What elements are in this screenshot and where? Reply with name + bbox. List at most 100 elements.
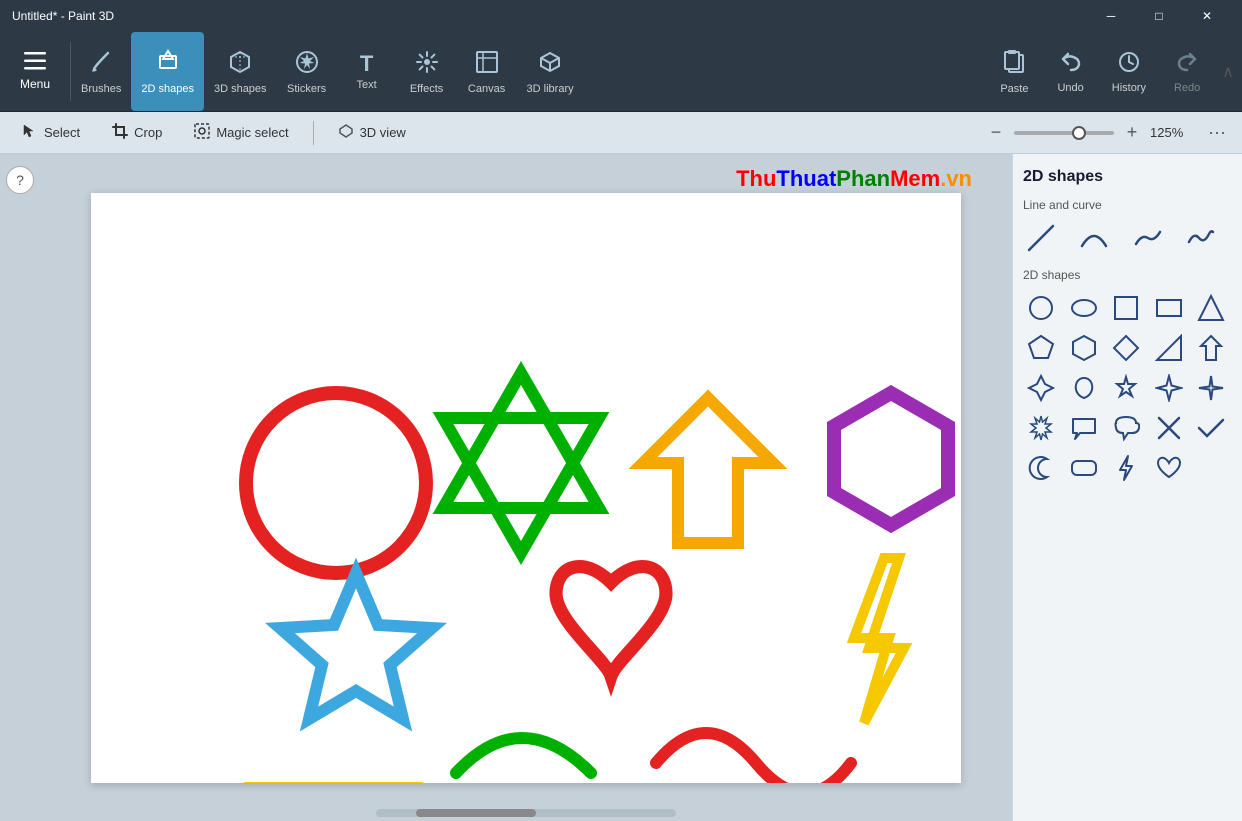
drawing-canvas[interactable]: [91, 193, 961, 783]
undo-button[interactable]: Undo: [1043, 44, 1097, 100]
shape-leaf[interactable]: [1066, 370, 1102, 406]
shape-triangle[interactable]: [1193, 290, 1229, 326]
shape-scurve[interactable]: [1130, 220, 1166, 256]
stickers-label: Stickers: [287, 83, 326, 95]
canvas-scrollbar[interactable]: [376, 809, 676, 817]
toolbar-right: Paste Undo History: [986, 32, 1242, 111]
titlebar-title: Untitled* - Paint 3D: [12, 9, 114, 23]
paste-button[interactable]: Paste: [986, 43, 1042, 101]
toolbar-2dshapes[interactable]: 2D shapes: [131, 32, 204, 111]
toolbar-effects[interactable]: Effects: [397, 32, 457, 111]
crop-button[interactable]: Crop: [98, 117, 176, 148]
zoom-percent: 125%: [1150, 125, 1188, 140]
shape-oval[interactable]: [1066, 290, 1102, 326]
line-curve-title: Line and curve: [1023, 198, 1232, 212]
titlebar: Untitled* - Paint 3D ─ □ ✕: [0, 0, 1242, 32]
history-label: History: [1112, 82, 1146, 94]
titlebar-controls: ─ □ ✕: [1088, 0, 1230, 32]
3dview-icon: [338, 123, 354, 142]
select-icon: [22, 123, 38, 142]
zoom-thumb[interactable]: [1072, 126, 1086, 140]
shape-x-mark[interactable]: [1151, 410, 1187, 446]
2dshapes-icon: [155, 49, 181, 79]
shape-4star[interactable]: [1151, 370, 1187, 406]
panel-title: 2D shapes: [1023, 168, 1232, 186]
shape-diamond[interactable]: [1108, 330, 1144, 366]
more-options-button[interactable]: ···: [1200, 118, 1234, 147]
shape-square[interactable]: [1108, 290, 1144, 326]
magic-select-button[interactable]: Magic select: [180, 117, 302, 148]
shape-up-arrow[interactable]: [1193, 330, 1229, 366]
select-label: Select: [44, 125, 80, 140]
toolbar-3dshapes[interactable]: 3D shapes: [204, 32, 277, 111]
shapes-2d-title: 2D shapes: [1023, 268, 1232, 282]
crop-label: Crop: [134, 125, 162, 140]
shape-wavy[interactable]: [1183, 220, 1219, 256]
expand-panel-button[interactable]: ∧: [1214, 58, 1242, 86]
shape-pentagon[interactable]: [1023, 330, 1059, 366]
main-content: ? ThuThuatPhanMem.vn: [0, 154, 1242, 821]
effects-label: Effects: [410, 83, 443, 95]
zoom-out-button[interactable]: −: [984, 121, 1008, 145]
history-button[interactable]: History: [1098, 44, 1160, 100]
3dlibrary-icon: [537, 49, 563, 79]
subtoolbar: Select Crop Magic select 3D view −: [0, 112, 1242, 154]
shape-crescent[interactable]: [1023, 450, 1059, 486]
canvas-scrollthumb[interactable]: [416, 809, 536, 817]
stickers-icon: [294, 49, 320, 79]
menu-label: Menu: [20, 77, 50, 91]
undo-label: Undo: [1057, 82, 1083, 94]
watermark-thuat: Thuat: [776, 166, 836, 191]
shape-circle[interactable]: [1023, 290, 1059, 326]
shape-3points-star[interactable]: [1023, 370, 1059, 406]
select-button[interactable]: Select: [8, 117, 94, 148]
menu-button[interactable]: Menu: [0, 32, 70, 111]
shape-arc[interactable]: [1076, 220, 1112, 256]
canvas-label: Canvas: [468, 83, 505, 95]
2dshapes-label: 2D shapes: [141, 83, 194, 95]
shape-hexagon[interactable]: [1066, 330, 1102, 366]
3dview-label: 3D view: [360, 125, 406, 140]
paste-icon: [1001, 49, 1027, 79]
3dshapes-icon: [227, 49, 253, 79]
zoom-slider[interactable]: [1014, 131, 1114, 135]
shape-right-triangle[interactable]: [1151, 330, 1187, 366]
brushes-icon: [88, 49, 114, 79]
text-icon: T: [360, 53, 373, 75]
shape-6star[interactable]: [1108, 370, 1144, 406]
main-toolbar: Menu Brushes 2D shapes 3D sh: [0, 32, 1242, 112]
history-icon: [1117, 50, 1141, 78]
right-panel: 2D shapes Line and curve 2D shapes: [1012, 154, 1242, 821]
shape-starburst[interactable]: [1023, 410, 1059, 446]
toolbar-canvas[interactable]: Canvas: [457, 32, 517, 111]
shape-thought-bubble[interactable]: [1108, 410, 1144, 446]
left-help-panel: ?: [0, 154, 40, 821]
shape-speech-bubble[interactable]: [1066, 410, 1102, 446]
zoom-in-button[interactable]: +: [1120, 121, 1144, 145]
shape-sparkle[interactable]: [1193, 370, 1229, 406]
shape-heart[interactable]: [1151, 450, 1187, 486]
shape-rect[interactable]: [1151, 290, 1187, 326]
close-button[interactable]: ✕: [1184, 0, 1230, 32]
minimize-button[interactable]: ─: [1088, 0, 1134, 32]
help-button[interactable]: ?: [6, 166, 34, 194]
shape-line[interactable]: [1023, 220, 1059, 256]
toolbar-stickers[interactable]: Stickers: [277, 32, 337, 111]
subtool-divider: [313, 121, 314, 145]
toolbar-brushes[interactable]: Brushes: [71, 32, 131, 111]
toolbar-3dlibrary[interactable]: 3D library: [517, 32, 584, 111]
crop-icon: [112, 123, 128, 142]
redo-button[interactable]: Redo: [1160, 44, 1214, 100]
canvas-area[interactable]: ThuThuatPhanMem.vn: [40, 154, 1012, 821]
canvas-icon: [474, 49, 500, 79]
shape-rounded-rect[interactable]: [1066, 450, 1102, 486]
curve-shapes-grid: [1023, 220, 1232, 256]
shape-lightning[interactable]: [1108, 450, 1144, 486]
text-label: Text: [356, 79, 376, 91]
3dview-button[interactable]: 3D view: [324, 117, 420, 148]
maximize-button[interactable]: □: [1136, 0, 1182, 32]
redo-icon: [1175, 50, 1199, 78]
toolbar-text[interactable]: T Text: [337, 32, 397, 111]
shape-check[interactable]: [1193, 410, 1229, 446]
magic-select-icon: [194, 123, 210, 142]
